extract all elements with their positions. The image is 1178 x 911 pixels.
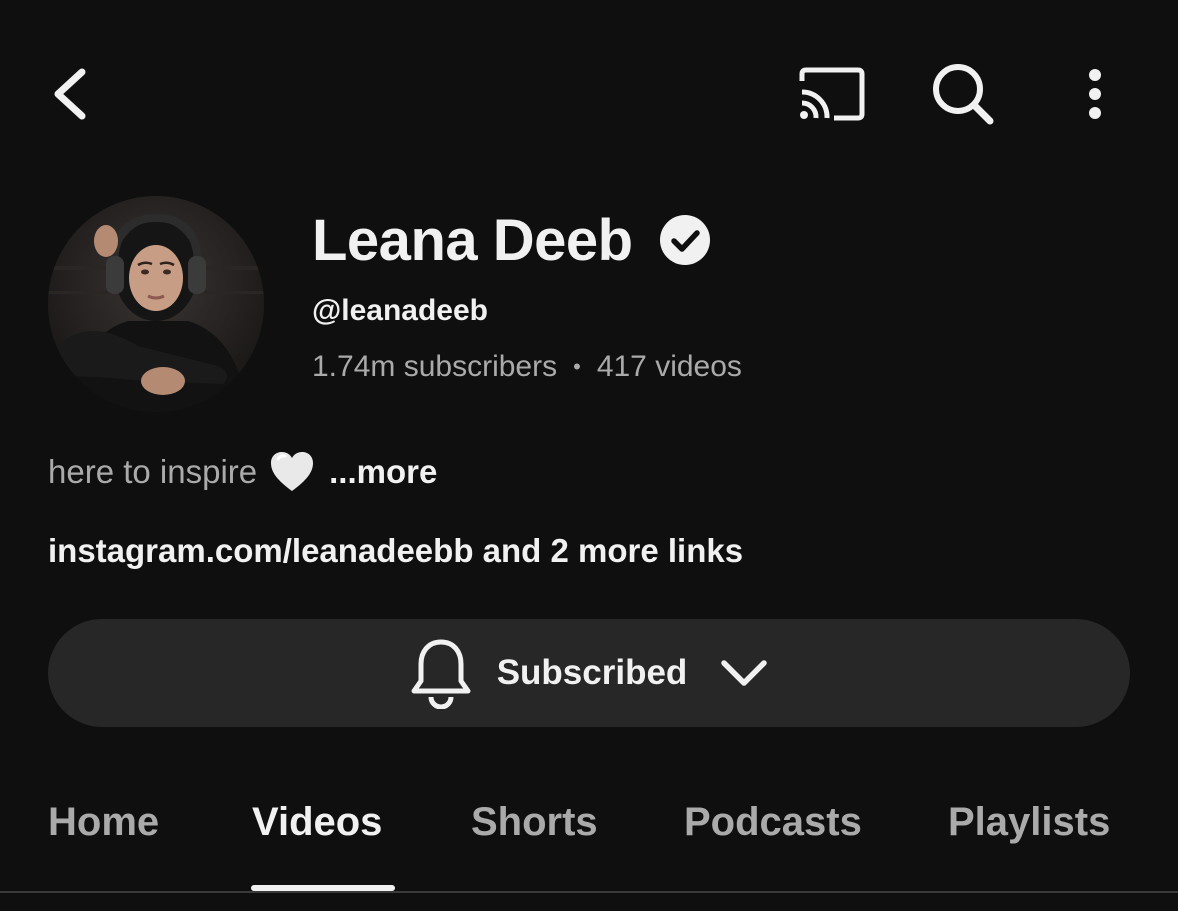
cast-button[interactable] [790,58,872,130]
chevron-down-icon [721,660,768,686]
bell-icon [411,639,471,709]
stats-separator: • [573,354,581,379]
channel-name-row: Leana Deeb [312,204,711,276]
subscribed-label: Subscribed [496,653,688,692]
back-button[interactable] [38,58,102,130]
channel-description[interactable]: here to inspire ...more [48,450,437,494]
channel-tabs: Home Videos Shorts Podcasts Playlists [0,770,1178,894]
channel-links[interactable]: instagram.com/leanadeebb and 2 more link… [48,532,743,570]
more-vertical-icon [1089,69,1101,119]
top-app-bar [0,0,1178,190]
channel-handle: @leanadeeb [312,294,488,327]
avatar-image [48,196,264,412]
subscribed-button[interactable]: Subscribed [48,619,1130,727]
tab-playlists[interactable]: Playlists [948,800,1110,845]
tab-videos[interactable]: Videos [252,800,382,845]
search-button[interactable] [924,56,1002,132]
description-more-link[interactable]: ...more [329,453,437,491]
description-text: here to inspire [48,453,258,490]
channel-page: Leana Deeb @leanadeeb 1.74m subscribers … [0,0,1178,911]
chevron-left-icon [54,68,86,120]
video-count: 417 videos [596,350,742,383]
tabs-divider [0,891,1178,893]
tab-podcasts[interactable]: Podcasts [684,800,862,845]
channel-name: Leana Deeb [312,207,633,273]
white-heart-icon [271,452,314,491]
channel-avatar[interactable] [48,196,264,412]
subscriber-count: 1.74m subscribers [312,350,558,383]
tab-home[interactable]: Home [48,800,159,845]
search-icon [933,64,994,125]
tab-shorts[interactable]: Shorts [471,800,598,845]
verified-badge-icon [659,214,711,266]
cast-icon [799,67,865,121]
more-options-button[interactable] [1066,56,1124,132]
channel-stats: 1.74m subscribers • 417 videos [312,350,742,384]
